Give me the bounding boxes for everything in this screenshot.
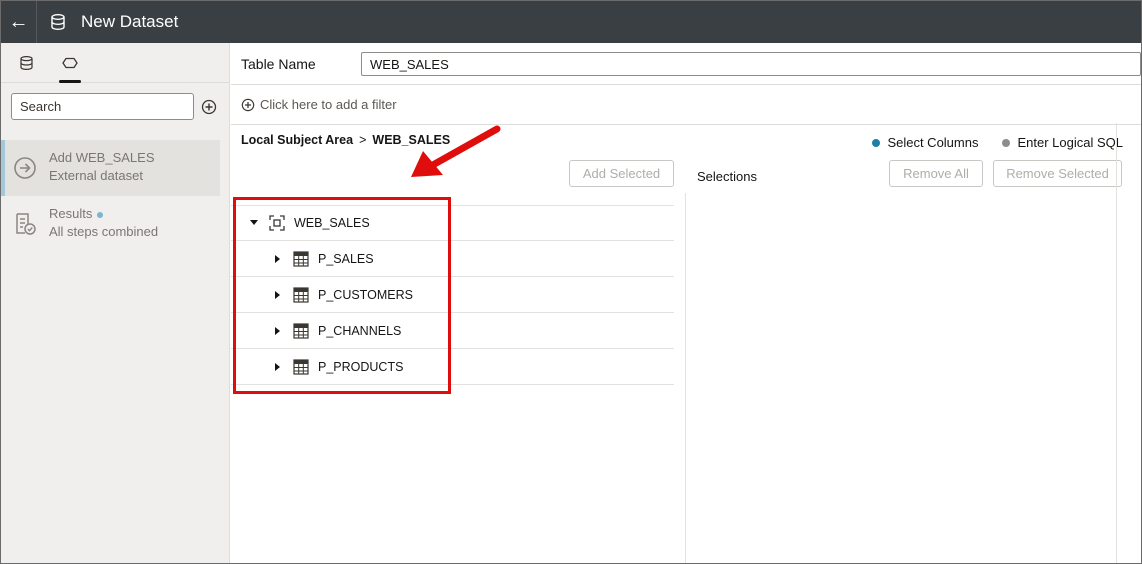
left-panel: Search Add WEB_SALES External dataset Re… (1, 43, 230, 563)
add-filter-row[interactable]: Click here to add a filter (231, 85, 1141, 125)
step-subtitle: All steps combined (49, 224, 159, 239)
step-title: Add WEB_SALES (49, 150, 155, 165)
tree-node-p-sales[interactable]: P_SALES (231, 241, 674, 277)
caret-right-icon[interactable] (273, 290, 283, 300)
caret-down-icon[interactable] (249, 218, 259, 228)
tree-node-web-sales[interactable]: WEB_SALES (231, 205, 674, 241)
tree-node-label: P_CHANNELS (318, 323, 402, 338)
page-title: New Dataset (81, 12, 179, 31)
results-document-icon (16, 213, 36, 235)
search-placeholder: Search (20, 99, 62, 114)
join-icon (62, 57, 78, 68)
pane-divider (685, 193, 686, 563)
mode-selector: Select Columns Enter Logical SQL (872, 135, 1123, 150)
remove-all-button[interactable]: Remove All (889, 160, 983, 187)
arrow-circle-icon (14, 157, 36, 179)
annotation-arrow-icon (411, 125, 501, 177)
table-name-label: Table Name (241, 55, 316, 72)
step-results[interactable]: Results All steps combined (1, 196, 220, 252)
mode-select-columns[interactable]: Select Columns (872, 135, 978, 150)
tab-database[interactable] (9, 43, 43, 83)
add-selected-button[interactable]: Add Selected (569, 160, 674, 187)
tab-join[interactable] (53, 43, 87, 83)
table-name-input[interactable]: WEB_SALES (361, 52, 1141, 76)
mode-logical-sql[interactable]: Enter Logical SQL (1002, 135, 1123, 150)
database-icon (19, 55, 33, 70)
table-icon (293, 358, 309, 375)
main-panel: Table Name WEB_SALES Click here to add a… (231, 43, 1141, 563)
subject-area-tree: WEB_SALES P_SALES P_CUSTOMERS P_CHANNELS… (231, 205, 674, 385)
dataset-icon (51, 13, 69, 31)
search-input[interactable]: Search (11, 93, 194, 120)
tree-node-label: P_SALES (318, 251, 374, 266)
add-filter-link: Click here to add a filter (260, 97, 397, 112)
tree-node-label: P_CUSTOMERS (318, 287, 413, 302)
table-icon (293, 286, 309, 303)
breadcrumb-separator: > (359, 133, 367, 147)
selections-label: Selections (697, 169, 757, 184)
add-circle-icon[interactable] (201, 99, 217, 115)
back-arrow-icon: ← (8, 10, 29, 33)
mode-label: Select Columns (887, 135, 979, 150)
mode-label: Enter Logical SQL (1017, 135, 1123, 150)
caret-right-icon[interactable] (273, 254, 283, 264)
tree-node-label: WEB_SALES (294, 215, 370, 230)
back-button[interactable]: ← (1, 1, 37, 43)
add-circle-icon (241, 98, 255, 111)
scroll-edge (1116, 123, 1117, 563)
step-title: Results (49, 206, 93, 221)
tree-node-p-customers[interactable]: P_CUSTOMERS (231, 277, 674, 313)
caret-right-icon[interactable] (273, 362, 283, 372)
table-name-row: Table Name WEB_SALES (231, 43, 1141, 85)
left-tabs (1, 43, 229, 83)
table-icon (293, 250, 309, 267)
steps-list: Add WEB_SALES External dataset Results A… (1, 140, 229, 252)
breadcrumb-root[interactable]: Local Subject Area (241, 133, 353, 147)
status-dot (97, 211, 104, 218)
step-subtitle: External dataset (49, 168, 143, 183)
subject-area-icon (269, 214, 285, 231)
step-add-web-sales[interactable]: Add WEB_SALES External dataset (1, 140, 220, 196)
caret-right-icon[interactable] (273, 326, 283, 336)
tree-node-p-products[interactable]: P_PRODUCTS (231, 349, 674, 385)
table-name-value: WEB_SALES (370, 56, 449, 72)
remove-selected-button[interactable]: Remove Selected (993, 160, 1122, 187)
radio-selected-icon (872, 138, 881, 147)
tree-node-label: P_PRODUCTS (318, 359, 404, 374)
table-icon (293, 322, 309, 339)
tree-node-p-channels[interactable]: P_CHANNELS (231, 313, 674, 349)
radio-unselected-icon (1002, 138, 1011, 147)
app-header: ← New Dataset (1, 1, 1141, 43)
